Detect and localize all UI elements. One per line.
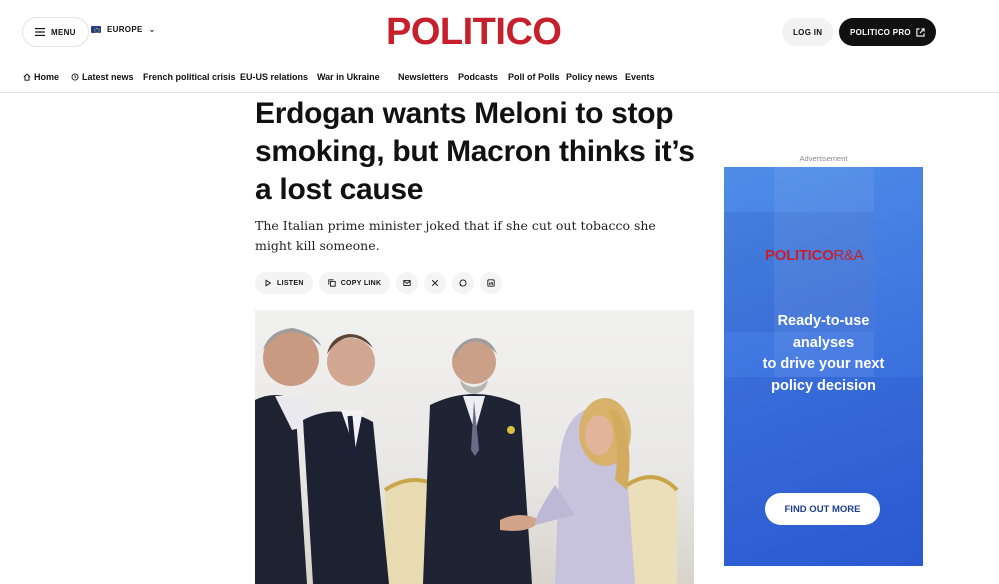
nav-item-label: Poll of Polls <box>508 72 560 82</box>
advertisement-label: Advertisement <box>799 154 848 163</box>
share-x-button[interactable] <box>424 272 447 294</box>
home-icon <box>23 73 31 81</box>
share-linkedin-button[interactable] <box>480 272 503 294</box>
politico-pro-button[interactable]: POLITICO PRO <box>839 18 936 46</box>
nav-item-label: French political crisis <box>143 72 236 82</box>
eu-flag-icon <box>91 26 101 33</box>
login-label: LOG IN <box>793 27 823 37</box>
menu-label: MENU <box>51 27 76 37</box>
copy-link-label: COPY LINK <box>340 279 382 287</box>
article-dek: The Italian prime minister joked that if… <box>255 218 656 253</box>
chevron-down-icon: ⌄ <box>148 25 156 34</box>
share-email-button[interactable] <box>396 272 419 294</box>
nav-item-label: War in Ukraine <box>317 72 380 82</box>
leaders-handshake-photo <box>255 328 679 584</box>
article-headline: Erdogan wants Meloni to stop smoking, bu… <box>255 97 695 206</box>
main-nav: Home Latest news French political crisis… <box>0 62 999 93</box>
ad-copy-line: analyses <box>792 334 855 351</box>
nav-item-label: Events <box>625 72 655 82</box>
clock-icon <box>71 73 79 81</box>
nav-item-war-in-ukraine[interactable]: War in Ukraine <box>317 72 380 82</box>
nav-item-events[interactable]: Events <box>625 72 655 82</box>
ad-logo-suffix: R&A <box>833 247 864 264</box>
nav-item-policy-news[interactable]: Policy news <box>566 72 618 82</box>
nav-item-label: EU-US relations <box>240 72 309 82</box>
nav-item-label: Latest news <box>82 72 134 82</box>
nav-item-eu-us-relations[interactable]: EU-US relations <box>240 72 308 82</box>
nav-item-home[interactable]: Home <box>23 72 59 82</box>
external-link-icon <box>916 27 925 37</box>
nav-item-podcasts[interactable]: Podcasts <box>458 72 498 82</box>
article-actions: LISTEN COPY LINK <box>255 272 503 294</box>
region-label: EUROPE <box>107 25 143 34</box>
nav-item-label: Newsletters <box>398 72 449 82</box>
listen-button[interactable]: LISTEN <box>255 272 313 294</box>
article-photo <box>255 310 694 584</box>
mail-icon <box>403 280 412 286</box>
advertisement-banner[interactable]: POLITICOR&A Ready-to-use analyses to dri… <box>724 167 923 566</box>
x-icon <box>432 279 439 287</box>
find-out-more-button[interactable]: FIND OUT MORE <box>765 493 880 525</box>
ad-logo-main: POLITICO <box>765 247 834 264</box>
nav-item-newsletters[interactable]: Newsletters <box>398 72 449 82</box>
menu-button[interactable]: MENU <box>22 17 89 47</box>
copy-icon <box>328 279 336 287</box>
nav-item-label: Home <box>34 72 60 82</box>
top-bar: MENU EUROPE ⌄ POLITICO LOG IN POLITICO P… <box>0 0 999 62</box>
site-logo[interactable]: POLITICO <box>386 12 562 52</box>
play-icon <box>265 279 272 287</box>
ad-copy-line: policy decision <box>771 377 876 394</box>
share-whatsapp-button[interactable] <box>452 272 475 294</box>
nav-item-poll-of-polls[interactable]: Poll of Polls <box>508 72 560 82</box>
linkedin-icon <box>487 279 496 287</box>
nav-item-label: Podcasts <box>458 72 499 82</box>
ad-brand-logo: POLITICOR&A <box>765 247 864 264</box>
politico-pro-label: POLITICO PRO <box>850 27 911 37</box>
whatsapp-icon <box>459 279 467 287</box>
ad-copy-line: to drive your next <box>762 356 885 372</box>
hamburger-icon <box>35 28 45 36</box>
nav-item-label: Policy news <box>566 72 618 82</box>
copy-link-button[interactable]: COPY LINK <box>318 272 391 294</box>
ad-copy-line: Ready-to-use <box>777 313 870 329</box>
listen-label: LISTEN <box>277 279 304 287</box>
nav-item-french-political-crisis[interactable]: French political crisis <box>143 72 236 82</box>
ad-decor-block <box>724 377 923 566</box>
login-button[interactable]: LOG IN <box>782 18 834 46</box>
region-selector[interactable]: EUROPE ⌄ <box>91 25 156 34</box>
nav-item-latest-news[interactable]: Latest news <box>71 72 134 82</box>
ad-copy: Ready-to-use analyses to drive your next… <box>724 311 923 397</box>
